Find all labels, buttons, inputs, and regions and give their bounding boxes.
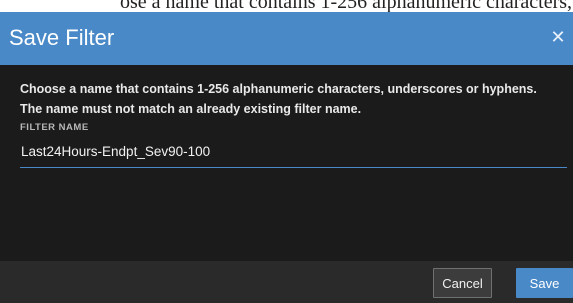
dialog-body: Choose a name that contains 1-256 alphan… [0,65,573,261]
save-filter-dialog: Save Filter ✕ Choose a name that contain… [0,12,573,303]
background-page-strip: ose a name that contains 1-256 alphanume… [0,0,573,12]
filter-name-input[interactable] [20,140,567,168]
save-button[interactable]: Save [516,268,573,298]
close-icon[interactable]: ✕ [549,26,567,48]
dialog-title: Save Filter [9,25,115,50]
description-line-1: Choose a name that contains 1-256 alphan… [20,82,537,96]
dialog-header: Save Filter ✕ [0,12,573,65]
dialog-footer: Cancel Save [0,261,573,303]
background-page-text: ose a name that contains 1-256 alphanume… [120,0,573,12]
cancel-button[interactable]: Cancel [433,268,492,298]
filter-name-label: FILTER NAME [20,122,89,133]
description-line-2: The name must not match an already exist… [20,102,362,116]
dialog-description: Choose a name that contains 1-256 alphan… [20,79,565,119]
